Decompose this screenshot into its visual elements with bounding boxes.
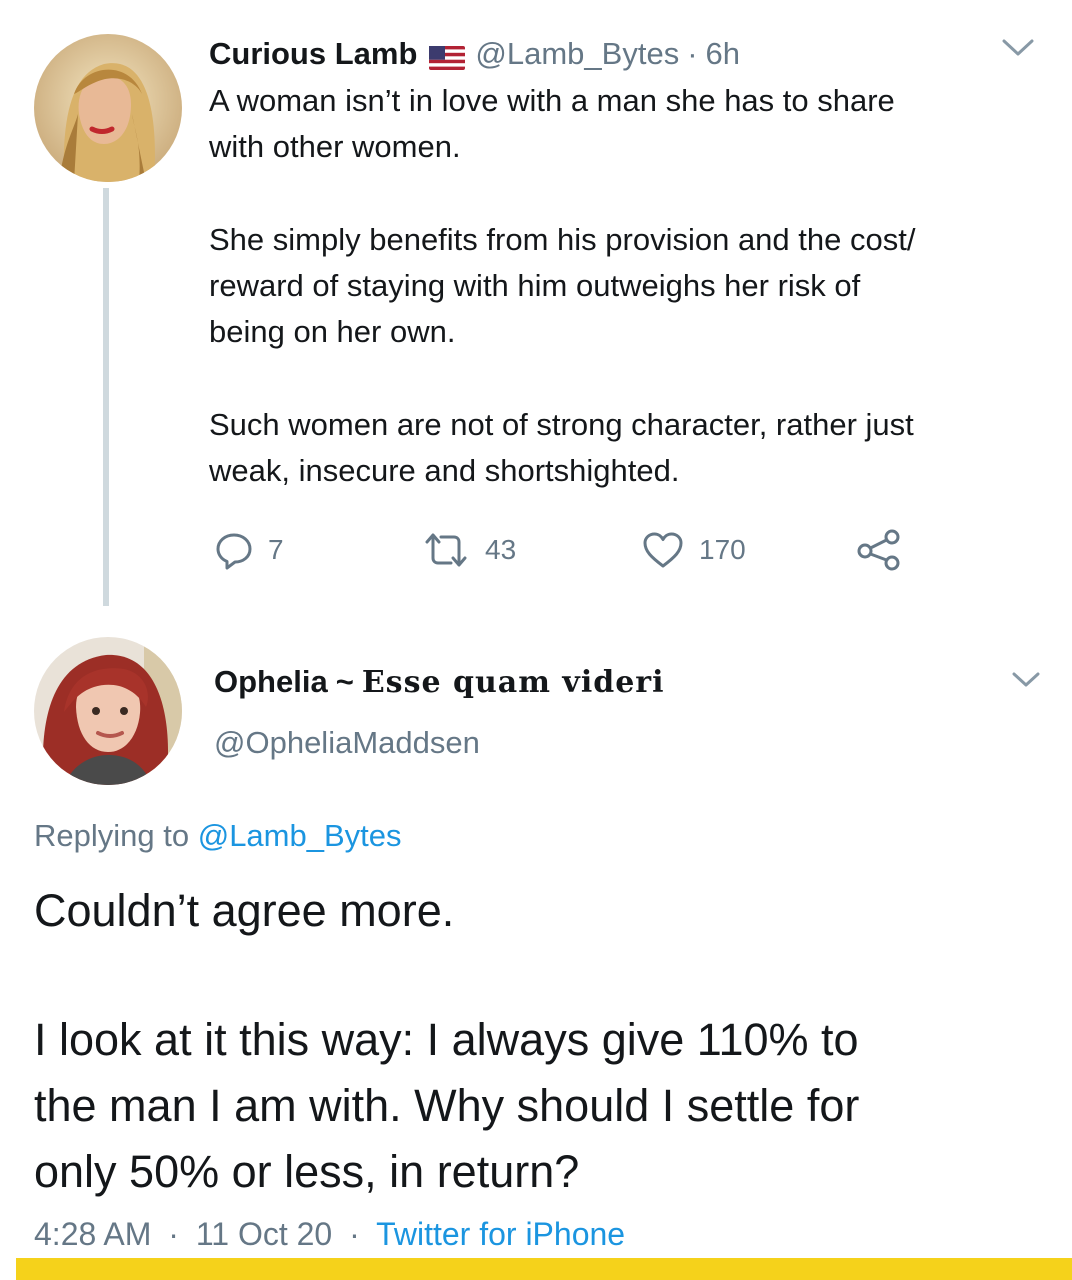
reply-header: Ophelia ~ Esse quam videri <box>214 660 665 704</box>
reply-line: only 50% or less, in return? <box>34 1146 580 1197</box>
tweet-line: reward of staying with him outweighs her… <box>209 268 861 303</box>
tweet-header: Curious Lamb @Lamb_Bytes · 6h <box>209 33 740 75</box>
tweet-line: weak, insecure and shortshighted. <box>209 453 680 488</box>
highlight-bar <box>16 1258 1072 1280</box>
tweet-line: Such women are not of strong character, … <box>209 407 914 442</box>
reply-author-motto[interactable]: Esse quam videri <box>362 665 665 700</box>
post-source-link[interactable]: Twitter for iPhone <box>376 1216 625 1252</box>
retweet-icon <box>425 533 467 567</box>
like-count: 170 <box>699 534 746 565</box>
chevron-down-icon[interactable] <box>1011 670 1041 690</box>
retweet-count: 43 <box>485 534 517 565</box>
avatar-image <box>34 637 182 785</box>
header-separator: · <box>687 36 698 71</box>
author-name[interactable]: Curious Lamb <box>209 36 417 72</box>
author-avatar[interactable] <box>34 34 182 182</box>
thread-connector-line <box>103 188 109 606</box>
meta-separator: · <box>168 1216 179 1252</box>
reply-author-handle[interactable]: @OpheliaMaddsen <box>214 725 480 761</box>
tweet-timestamp[interactable]: 6h <box>706 36 740 72</box>
tweet-text: A woman isn’t in love with a man she has… <box>209 78 1029 494</box>
like-button[interactable]: 170 <box>641 527 746 573</box>
avatar-image <box>34 34 182 182</box>
reply-line: Couldn’t agree more. <box>34 885 455 936</box>
meta-separator: · <box>349 1216 360 1252</box>
share-button[interactable] <box>856 527 902 573</box>
tweet-line: being on her own. <box>209 314 456 349</box>
tweet-line: with other women. <box>209 129 461 164</box>
replying-to: Replying to @Lamb_Bytes <box>34 818 402 854</box>
chevron-down-icon[interactable] <box>1001 36 1035 60</box>
tweet-meta: 4:28 AM · 11 Oct 20 · Twitter for iPhone <box>34 1216 625 1253</box>
post-time[interactable]: 4:28 AM <box>34 1216 151 1252</box>
author-handle[interactable]: @Lamb_Bytes <box>475 36 679 72</box>
post-date[interactable]: 11 Oct 20 <box>196 1216 332 1252</box>
retweet-button[interactable]: 43 <box>421 527 516 573</box>
replying-to-label: Replying to <box>34 818 190 853</box>
share-icon <box>857 529 900 571</box>
reply-count: 7 <box>268 534 284 565</box>
reply-icon <box>216 533 252 570</box>
tweet-line: She simply benefits from his provision a… <box>209 222 916 257</box>
replying-to-handle-link[interactable]: @Lamb_Bytes <box>198 818 402 853</box>
reply-author-name[interactable]: Ophelia <box>214 664 328 700</box>
tweet-line: A woman isn’t in love with a man she has… <box>209 83 895 118</box>
reply-author-avatar[interactable] <box>34 637 182 785</box>
us-flag-icon <box>429 42 466 70</box>
reply-line: the man I am with. Why should I settle f… <box>34 1080 860 1131</box>
reply-text: Couldn’t agree more. I look at it this w… <box>34 878 1034 1205</box>
heart-icon <box>643 532 683 568</box>
name-tilde: ~ <box>335 664 354 699</box>
reply-line: I look at it this way: I always give 110… <box>34 1014 859 1065</box>
reply-button[interactable]: 7 <box>214 527 284 573</box>
